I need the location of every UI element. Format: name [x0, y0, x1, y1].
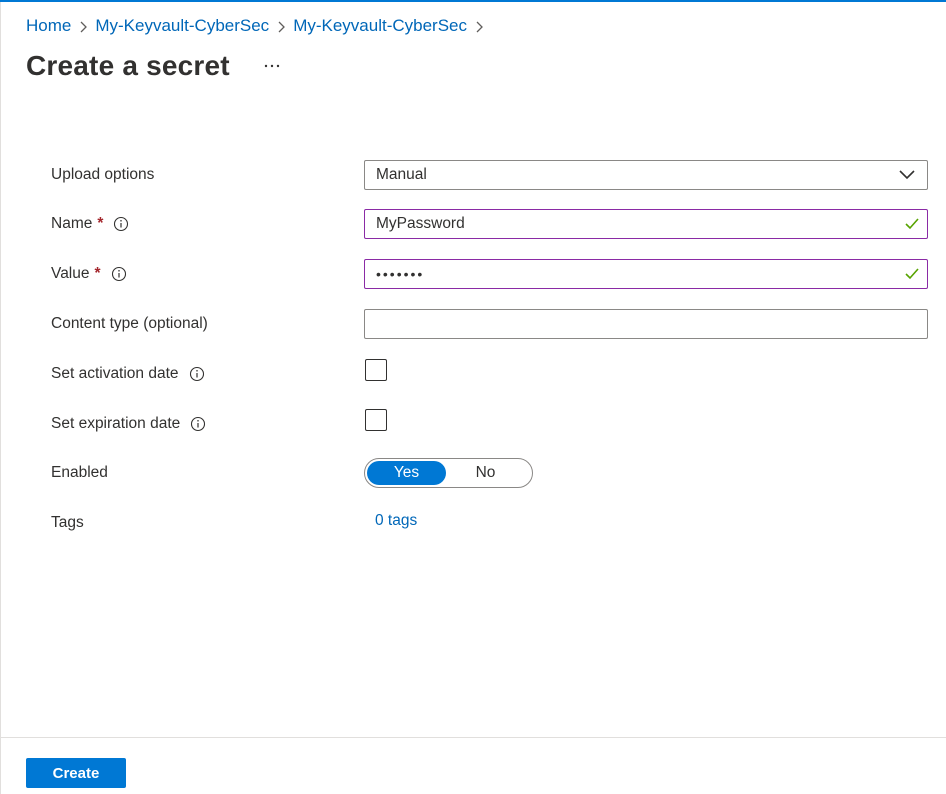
info-icon[interactable]	[111, 266, 127, 282]
value-masked: •••••••	[376, 266, 425, 282]
footer-divider	[0, 737, 946, 738]
required-asterisk: *	[97, 215, 104, 232]
left-border	[0, 2, 1, 794]
top-accent-bar	[0, 0, 946, 2]
info-icon[interactable]	[189, 366, 205, 382]
breadcrumb-keyvault-secrets[interactable]: My-Keyvault-CyberSec	[293, 16, 467, 36]
create-button[interactable]: Create	[26, 758, 126, 788]
chevron-down-icon	[887, 170, 927, 180]
checkmark-icon	[897, 218, 927, 230]
required-asterisk: *	[94, 265, 101, 282]
upload-options-label: Upload options	[51, 166, 155, 183]
page-title: Create a secret	[26, 50, 230, 81]
activation-date-checkbox[interactable]	[365, 359, 387, 381]
ellipsis-icon	[264, 64, 280, 68]
content-type-input[interactable]	[364, 309, 928, 339]
enabled-toggle[interactable]: Yes No	[364, 458, 533, 488]
upload-options-row: Upload options Manual	[0, 160, 946, 190]
activation-date-row: Set activation date	[0, 359, 946, 389]
info-icon[interactable]	[113, 216, 129, 232]
checkmark-icon	[897, 268, 927, 280]
upload-options-dropdown[interactable]: Manual	[364, 160, 928, 190]
breadcrumb: Home My-Keyvault-CyberSec My-Keyvault-Cy…	[26, 14, 491, 38]
name-row: Name * MyPassword	[0, 209, 946, 239]
expiration-date-row: Set expiration date	[0, 409, 946, 439]
enabled-label: Enabled	[51, 464, 108, 481]
expiration-date-label: Set expiration date	[51, 409, 206, 439]
content-type-row: Content type (optional)	[0, 309, 946, 339]
name-value: MyPassword	[376, 215, 465, 232]
tags-label: Tags	[51, 514, 84, 531]
more-options-button[interactable]	[260, 54, 284, 78]
value-label: Value *	[51, 259, 127, 289]
enabled-yes-option[interactable]: Yes	[367, 461, 446, 485]
tags-row: Tags 0 tags	[0, 508, 946, 538]
value-password-input[interactable]: •••••••	[364, 259, 928, 289]
title-row: Create a secret	[26, 46, 284, 86]
activation-date-label: Set activation date	[51, 359, 205, 389]
content-type-label: Content type (optional)	[51, 315, 208, 332]
value-row: Value * •••••••	[0, 259, 946, 289]
enabled-no-option[interactable]: No	[446, 461, 525, 485]
upload-options-value: Manual	[376, 166, 427, 183]
expiration-date-checkbox[interactable]	[365, 409, 387, 431]
name-label: Name *	[51, 209, 129, 239]
info-icon[interactable]	[190, 416, 206, 432]
chevron-right-icon	[467, 16, 491, 36]
name-input[interactable]: MyPassword	[364, 209, 928, 239]
chevron-right-icon	[269, 16, 293, 36]
breadcrumb-home[interactable]: Home	[26, 16, 71, 36]
chevron-right-icon	[71, 16, 95, 36]
enabled-row: Enabled Yes No	[0, 458, 946, 488]
breadcrumb-keyvault[interactable]: My-Keyvault-CyberSec	[95, 16, 269, 36]
tags-link[interactable]: 0 tags	[375, 512, 417, 530]
